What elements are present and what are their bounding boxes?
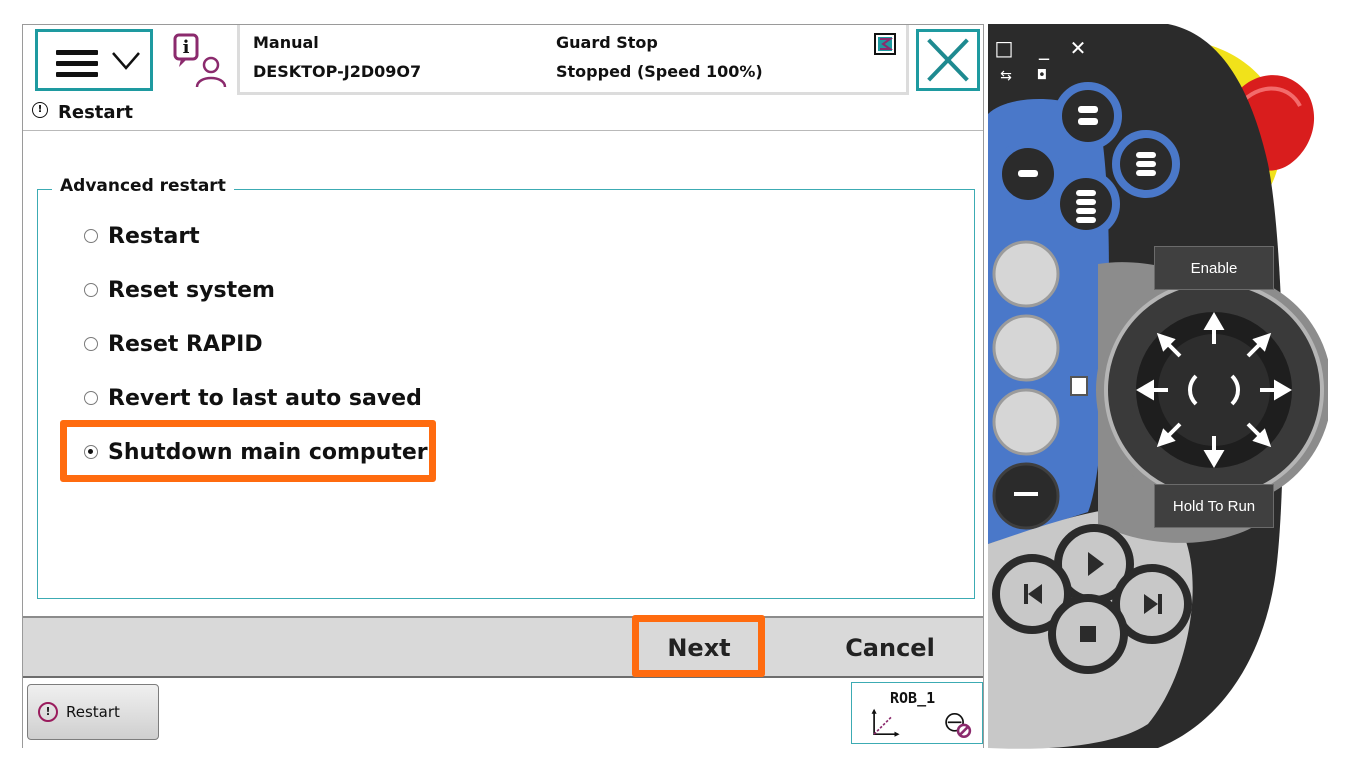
option-label: Reset RAPID [108,331,263,357]
swap-hand-icon[interactable]: ⇆ [996,66,1016,86]
minimize-window-icon[interactable]: _ [1034,38,1054,58]
event-log-icon[interactable]: i [169,31,229,91]
status-panel[interactable]: Manual DESKTOP-J2D09O7 Guard Stop Stoppe… [237,25,909,95]
virtual-flexpendant: □ _ ✕ ⇆ ◘ Enable Hold To Run [988,24,1328,752]
task-bar: ! Restart ROB_1 [23,680,983,748]
taskbar-restart-button[interactable]: ! Restart [27,684,159,740]
restart-icon: ! [32,102,48,118]
robot-name: ROB_1 [890,689,936,707]
option-revert-auto-saved[interactable]: Revert to last auto saved [84,378,422,418]
taskbar-restart-label: Restart [66,703,120,721]
radio-button[interactable] [84,391,98,405]
screen: i Manual DESKTOP-J2D09O7 Guard Stop Stop… [0,0,1349,776]
program-state: Stopped (Speed 100%) [556,62,763,81]
close-icon [927,38,969,82]
hold-to-run-button[interactable]: Hold To Run [1154,484,1274,528]
top-bar: i Manual DESKTOP-J2D09O7 Guard Stop Stop… [23,25,983,95]
close-button[interactable] [916,29,980,91]
speed-icon [874,33,896,55]
advanced-restart-group: Advanced restart Restart Reset system Re… [37,176,975,599]
next-button[interactable]: Next [635,618,763,678]
radio-button-selected[interactable] [84,445,98,459]
option-label: Revert to last auto saved [108,385,422,411]
option-shutdown-main-computer[interactable]: Shutdown main computer [84,432,428,472]
option-restart[interactable]: Restart [84,216,200,256]
radio-button[interactable] [84,337,98,351]
system-name: DESKTOP-J2D09O7 [253,62,422,81]
page-title: Restart [58,102,134,123]
restart-icon: ! [38,702,58,722]
command-bar: Next Cancel [23,616,983,678]
camera-icon[interactable]: ◘ [1032,66,1052,86]
cancel-button[interactable]: Cancel [823,618,957,678]
joystick-direction-icon[interactable] [1134,310,1294,470]
radio-button[interactable] [84,283,98,297]
group-legend: Advanced restart [52,176,234,196]
operating-mode: Manual [253,33,319,52]
flexpendant-window: i Manual DESKTOP-J2D09O7 Guard Stop Stop… [22,24,984,748]
option-reset-system[interactable]: Reset system [84,270,275,310]
radio-button[interactable] [84,229,98,243]
svg-text:i: i [183,37,190,58]
enable-button[interactable]: Enable [1154,246,1274,290]
coordinate-system-icon [871,708,900,737]
option-label: Shutdown main computer [108,439,428,465]
close-window-icon[interactable]: ✕ [1068,38,1088,58]
quickset-robot-button[interactable]: ROB_1 [851,682,983,744]
main-menu-button[interactable] [35,29,153,91]
view-title-bar: ! Restart [23,95,983,131]
chevron-down-icon [112,52,140,70]
option-label: Restart [108,223,200,249]
controller-state: Guard Stop [556,33,658,52]
hamburger-icon [56,50,98,77]
option-label: Reset system [108,277,275,303]
option-reset-rapid[interactable]: Reset RAPID [84,324,263,364]
restore-window-icon[interactable]: □ [994,38,1014,58]
usb-port-icon [1070,376,1088,396]
incremental-mode-icon [945,712,972,739]
